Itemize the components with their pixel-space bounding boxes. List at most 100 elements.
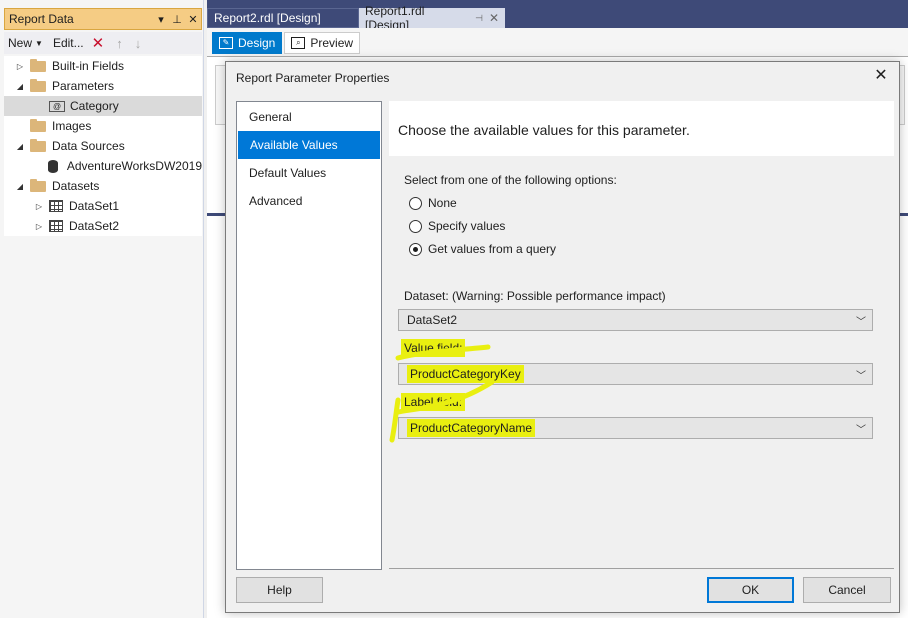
report-data-tree: ▷ Built-in Fields ◢ Parameters @ Category Imag… (4, 56, 202, 236)
tree-item[interactable]: @ Category (4, 96, 202, 116)
new-label: New (8, 36, 33, 50)
value-field-label: Value field: (401, 339, 466, 357)
move-down-icon[interactable]: ↓ (135, 36, 142, 51)
options-label: Select from one of the following options… (404, 173, 617, 187)
parameter-icon: @ (49, 100, 65, 112)
dialog-title: Report Parameter Properties (236, 71, 390, 85)
dialog-close-icon[interactable]: ✕ (871, 66, 891, 86)
tree-item[interactable]: ▷ DataSet1 (4, 196, 202, 216)
tree-item[interactable]: ▷ DataSet2 (4, 216, 202, 236)
radio-label: None (428, 196, 457, 210)
expand-icon[interactable]: ▷ (33, 200, 45, 212)
expand-icon[interactable]: ▷ (33, 220, 45, 232)
collapse-icon[interactable]: ◢ (14, 140, 26, 152)
tree-item[interactable]: Images (4, 116, 202, 136)
radio-label: Get values from a query (428, 242, 557, 256)
tree-item-label: DataSet2 (69, 219, 120, 233)
close-icon[interactable]: ✕ (185, 13, 201, 26)
folder-icon (30, 178, 46, 192)
chevron-down-icon: ﹀ (856, 424, 866, 436)
tree-item-label: Category (70, 99, 119, 113)
dataset-value: DataSet2 (407, 313, 458, 327)
radio-button[interactable] (409, 219, 422, 233)
move-up-icon[interactable]: ↑ (116, 36, 123, 51)
folder-icon (30, 138, 46, 152)
report-data-toolbar: New ▼ Edit... ✕ ↑ ↓ (4, 32, 202, 54)
designer-tabs: ✎ Design ⌕ Preview (212, 32, 361, 54)
folder-icon (30, 78, 46, 92)
label-field-value: ProductCategoryName (407, 419, 850, 437)
dataset-label: Dataset: (Warning: Possible performance … (404, 289, 666, 303)
tree-item-label: Datasets (52, 179, 100, 193)
design-tab[interactable]: ✎ Design (212, 32, 283, 54)
tree-item-label: Data Sources (52, 139, 125, 153)
preview-tab[interactable]: ⌕ Preview (284, 32, 361, 54)
available-values-page: Choose the available values for this par… (389, 101, 894, 571)
radio-specify-values[interactable]: Specify values (409, 219, 505, 233)
nav-item-default-values[interactable]: Default Values (237, 159, 381, 187)
tree-item-label: AdventureWorksDW2019 (66, 159, 202, 173)
page-header-text: Choose the available values for this par… (398, 122, 690, 138)
ok-button[interactable]: OK (707, 577, 794, 603)
expand-icon[interactable]: ▷ (14, 60, 26, 72)
label-field-label: Label field: (401, 393, 466, 411)
value-field-select[interactable]: ProductCategoryKey ﹀ (398, 363, 873, 385)
cancel-button[interactable]: Cancel (803, 577, 891, 603)
delete-icon[interactable]: ✕ (92, 34, 105, 52)
pin-icon[interactable]: ⊣ (475, 13, 483, 24)
tab-report2[interactable]: Report2.rdl [Design] (207, 8, 359, 28)
table-icon (49, 200, 63, 212)
dialog-separator (389, 568, 894, 569)
nav-item-advanced[interactable]: Advanced (237, 187, 381, 215)
label-field-select[interactable]: ProductCategoryName ﹀ (398, 417, 873, 439)
chevron-down-icon: ﹀ (856, 316, 866, 328)
value-field-value: ProductCategoryKey (407, 365, 850, 383)
chevron-down-icon: ▼ (35, 38, 43, 48)
report-data-panel: Report Data ▾ ⊥ ✕ New ▼ Edit... ✕ ↑ ↓ ▷ B… (0, 0, 204, 618)
panel-title: Report Data (9, 12, 74, 26)
document-tab-bar: Report2.rdl [Design] Report1.rdl [Design… (207, 4, 505, 32)
tree-item[interactable]: ◢ Data Sources (4, 136, 202, 156)
radio-get-values-from-query[interactable]: Get values from a query (409, 242, 556, 256)
ok-label: OK (741, 583, 760, 597)
nav-item-general[interactable]: General (237, 103, 381, 131)
cancel-label: Cancel (828, 583, 866, 597)
page-header: Choose the available values for this par… (389, 101, 894, 156)
table-icon (49, 220, 63, 232)
pin-icon[interactable]: ⊥ (169, 13, 185, 26)
radio-label: Specify values (428, 219, 506, 233)
collapse-icon[interactable]: ◢ (14, 80, 26, 92)
design-icon: ✎ (219, 37, 233, 49)
tree-item[interactable]: ◢ Parameters (4, 76, 202, 96)
preview-icon: ⌕ (291, 37, 306, 49)
edit-button[interactable]: Edit... (53, 36, 84, 50)
edit-label: Edit... (52, 36, 84, 50)
new-button[interactable]: New ▼ (8, 36, 43, 50)
nav-item-available-values[interactable]: Available Values (238, 131, 380, 159)
tree-item[interactable]: AdventureWorksDW2019 (4, 156, 202, 176)
tree-item-label: Images (52, 119, 92, 133)
report-parameter-properties-dialog: Report Parameter Properties ✕ General Ava… (225, 61, 900, 613)
tree-item[interactable]: ◢ Datasets (4, 176, 202, 196)
tree-item[interactable]: ▷ Built-in Fields (4, 56, 202, 76)
dataset-select[interactable]: DataSet2 ﹀ (398, 309, 873, 331)
radio-none[interactable]: None (409, 196, 457, 210)
tab-report1[interactable]: Report1.rdl [Design] ⊣ ✕ (359, 4, 505, 32)
close-icon[interactable]: ✕ (489, 11, 499, 25)
help-button[interactable]: Help (236, 577, 323, 603)
folder-icon (30, 118, 46, 132)
design-tab-label: Design (238, 36, 276, 50)
report-data-panel-title-bar: Report Data ▾ ⊥ ✕ (4, 8, 202, 30)
help-label: Help (267, 583, 292, 597)
radio-button[interactable] (409, 196, 422, 210)
database-icon (47, 159, 58, 173)
tree-item-label: DataSet1 (69, 199, 120, 213)
panel-dropdown-icon[interactable]: ▾ (153, 13, 169, 26)
tree-item-label: Built-in Fields (52, 59, 125, 73)
radio-button[interactable] (409, 242, 422, 256)
preview-tab-label: Preview (310, 36, 354, 50)
collapse-icon[interactable]: ◢ (14, 180, 26, 192)
